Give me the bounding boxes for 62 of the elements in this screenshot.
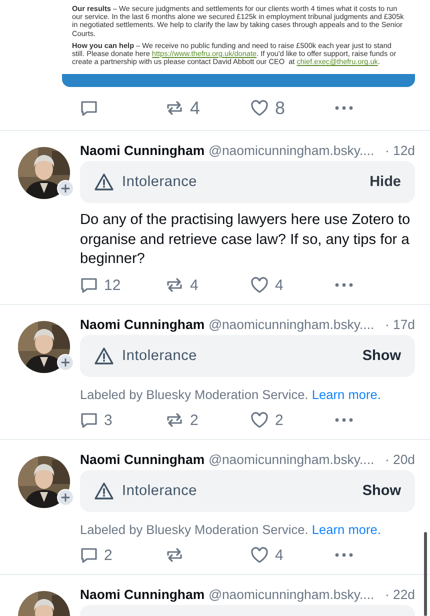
repost-icon: [165, 276, 184, 294]
moderation-note: Labeled by Bluesky Moderation Service. Learn more.: [80, 387, 382, 402]
heart-icon: [250, 99, 269, 118]
more-button[interactable]: [335, 283, 353, 288]
like-button[interactable]: 8: [250, 98, 286, 119]
show-button[interactable]: Show: [362, 348, 401, 364]
learn-more-link[interactable]: Learn more.: [312, 387, 381, 402]
reply-button[interactable]: [80, 99, 98, 118]
post-time: · 20d: [384, 452, 415, 468]
reply-icon: [80, 546, 98, 564]
reply-button[interactable]: 3: [80, 411, 112, 430]
like-button[interactable]: 2: [250, 411, 284, 430]
repost-button[interactable]: [165, 546, 184, 564]
reply-button[interactable]: 2: [80, 546, 112, 564]
more-button[interactable]: [335, 106, 353, 110]
author-name[interactable]: Naomi Cunningham: [80, 317, 205, 332]
post-time: · 22d: [384, 587, 415, 602]
like-button[interactable]: 4: [250, 276, 284, 294]
heart-icon: [250, 546, 269, 564]
post-time: · 17d: [384, 317, 415, 332]
like-button[interactable]: 4: [250, 546, 284, 564]
reply-button[interactable]: 12: [80, 276, 121, 294]
warning-icon: [94, 347, 114, 366]
repost-icon: [165, 546, 184, 564]
author-name[interactable]: Naomi Cunningham: [80, 452, 205, 468]
author-name[interactable]: Naomi Cunningham: [80, 143, 205, 158]
author-handle[interactable]: @naomicunningham.bsky....: [208, 143, 374, 158]
learn-more-link[interactable]: Learn more.: [312, 522, 381, 538]
heart-icon: [250, 411, 269, 430]
author-name[interactable]: Naomi Cunningham: [80, 587, 205, 602]
more-icon: [335, 106, 353, 110]
reply-icon: [80, 99, 98, 118]
author-handle[interactable]: @naomicunningham.bsky....: [208, 452, 374, 468]
more-button[interactable]: [335, 553, 353, 558]
author-handle[interactable]: @naomicunningham.bsky....: [208, 317, 374, 332]
warning-label: Intolerance: [122, 348, 198, 364]
repost-icon: [165, 411, 184, 430]
warning-label: Intolerance: [122, 483, 198, 500]
repost-button[interactable]: 4: [165, 276, 198, 294]
reply-icon: [80, 276, 98, 294]
repost-button[interactable]: 2: [165, 411, 198, 430]
follow-icon[interactable]: [57, 180, 74, 198]
post-text: Do any of the practising lawyers here use Zotero to organise and retrieve case law? If so, any tips for a beginner?: [80, 211, 412, 270]
follow-icon[interactable]: [57, 354, 74, 372]
author-handle[interactable]: @naomicunningham.bsky....: [208, 587, 374, 602]
more-icon: [335, 418, 353, 422]
hide-button[interactable]: Hide: [370, 174, 401, 190]
scrollbar[interactable]: [424, 532, 427, 616]
reply-icon: [80, 411, 98, 430]
show-button[interactable]: Show: [362, 483, 401, 500]
more-button[interactable]: [335, 418, 353, 422]
repost-icon: [165, 99, 184, 118]
repost-button[interactable]: 4: [165, 98, 200, 119]
heart-icon: [250, 276, 269, 294]
follow-icon[interactable]: [57, 489, 74, 506]
more-icon: [335, 553, 353, 558]
more-icon: [335, 283, 353, 288]
post-time: · 12d: [384, 143, 415, 158]
warning-icon: [94, 173, 114, 192]
warning-icon: [94, 482, 114, 500]
moderation-note: Labeled by Bluesky Moderation Service. Learn more.: [80, 522, 382, 538]
warning-label: Intolerance: [122, 174, 198, 190]
